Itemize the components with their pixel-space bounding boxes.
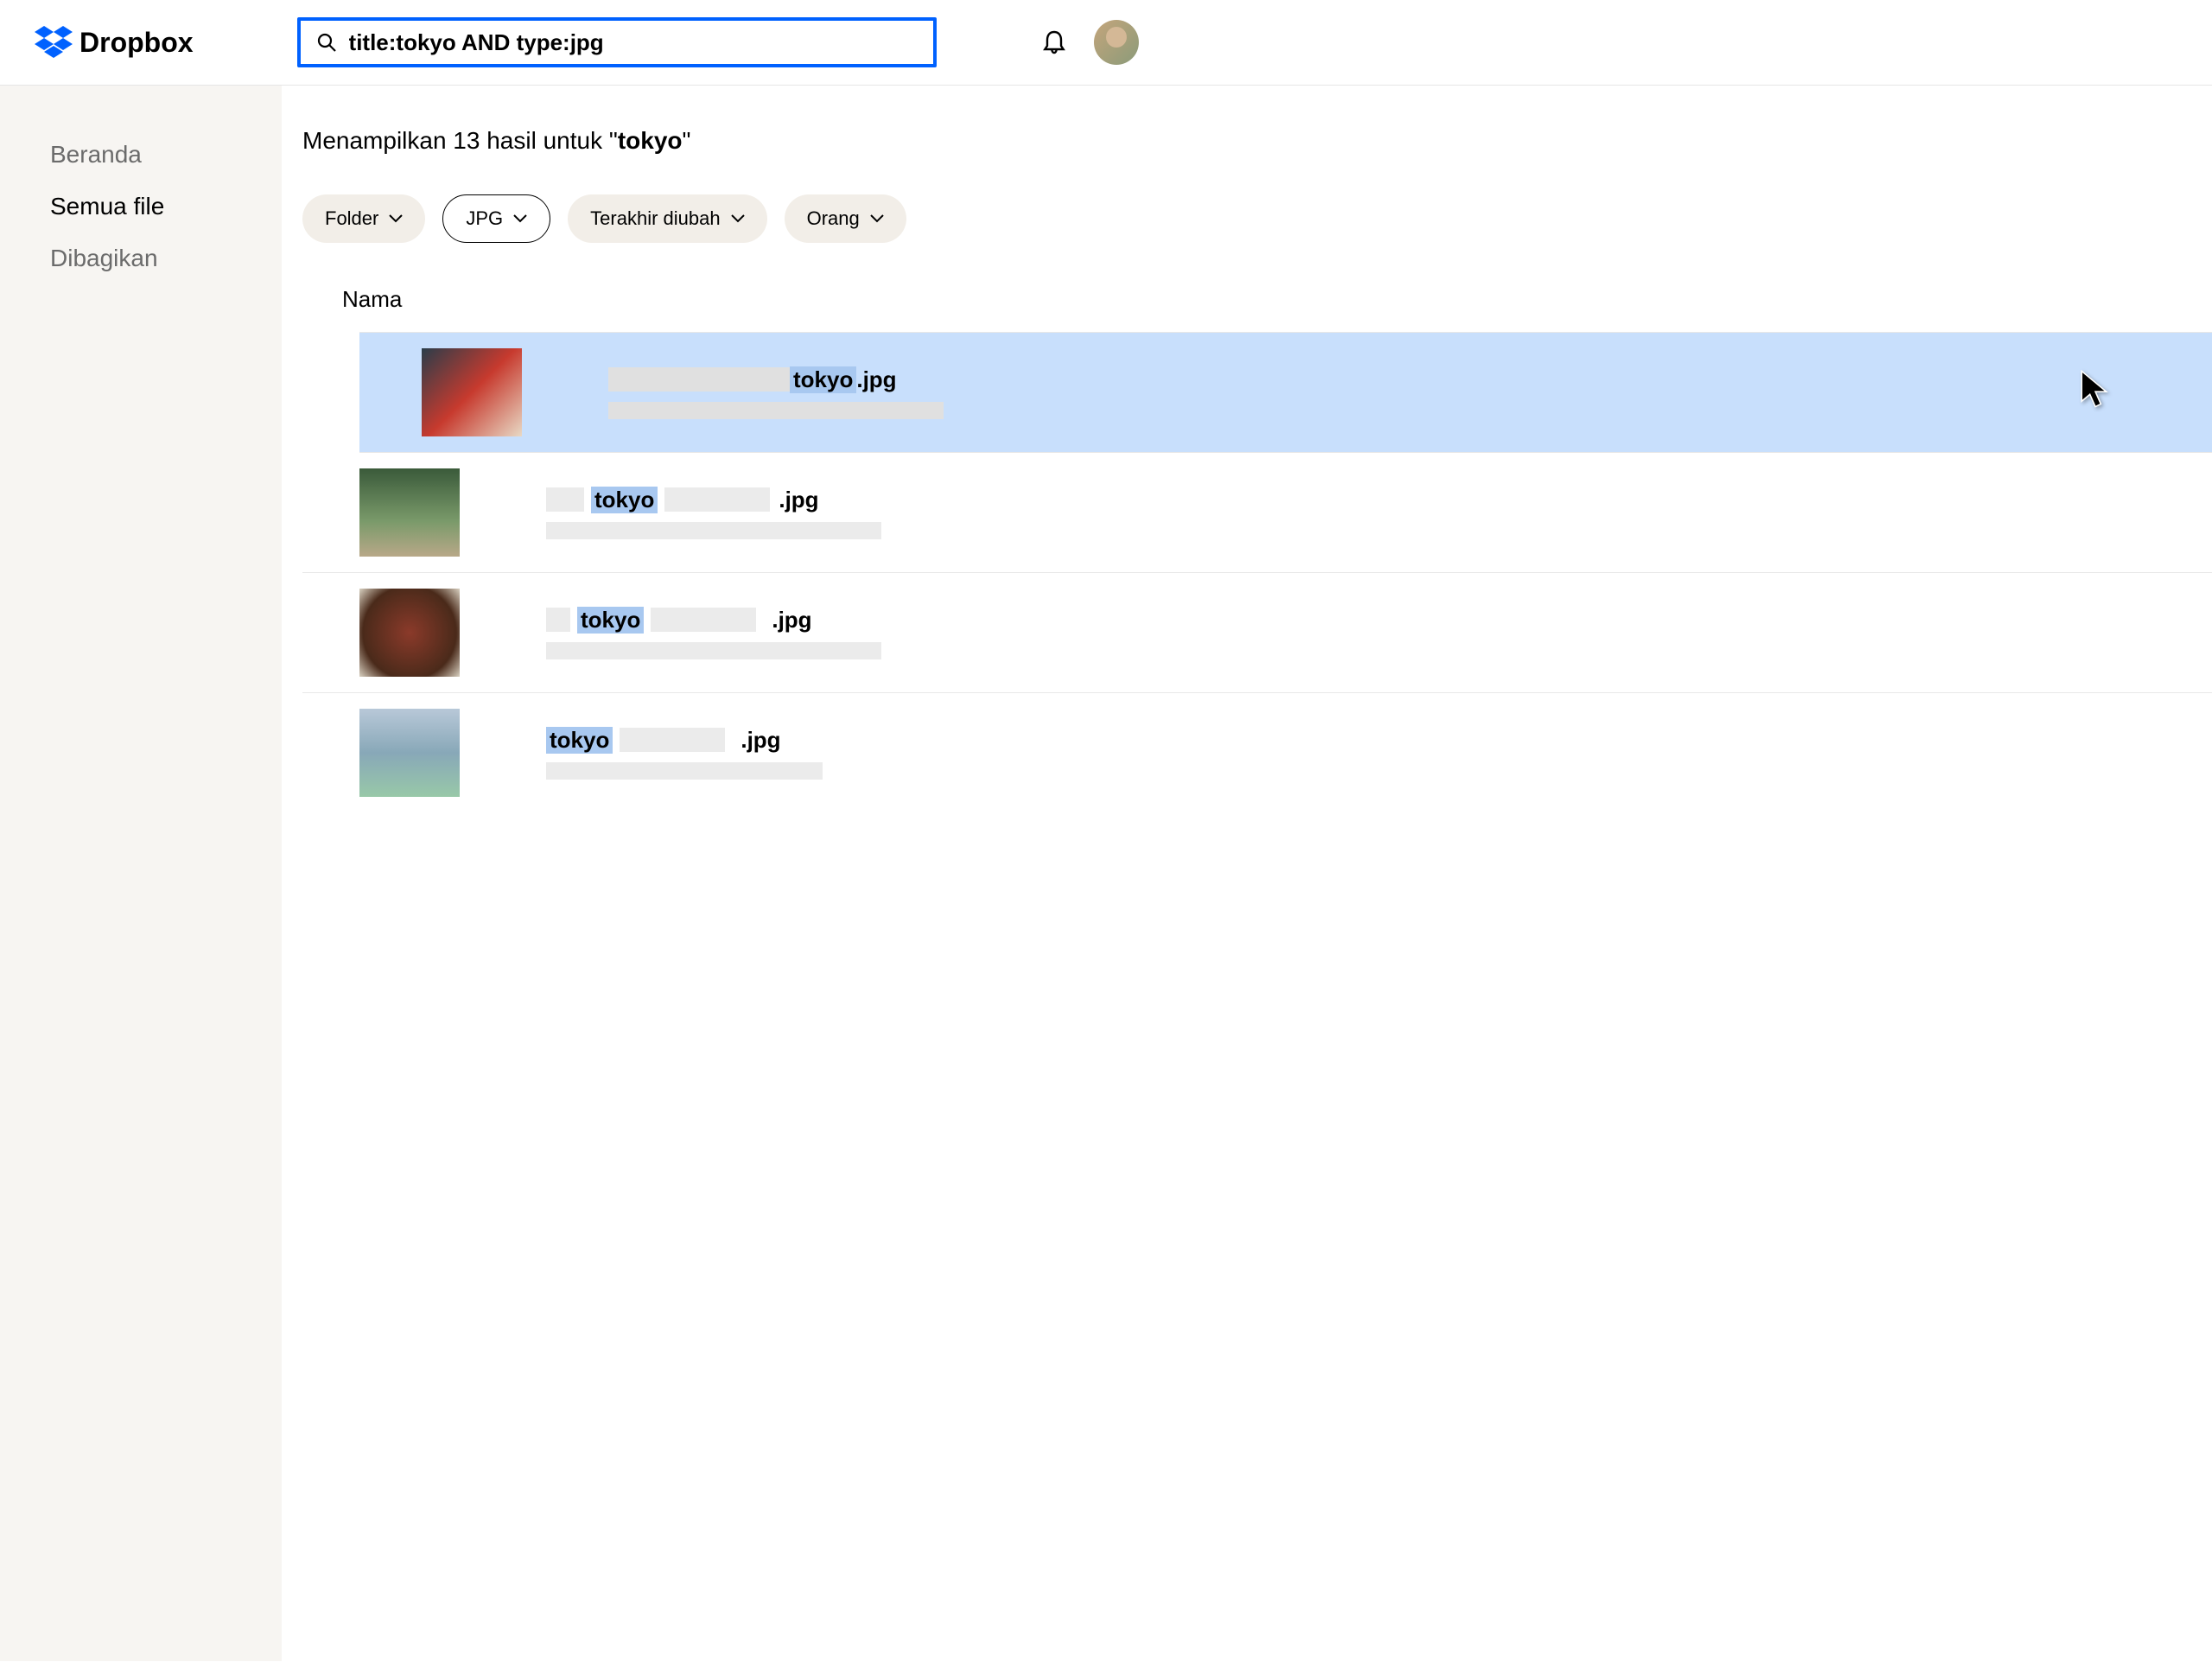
notifications-icon[interactable] [1040,29,1068,56]
sidebar: Beranda Semua file Dibagikan [0,86,282,1661]
table-row[interactable]: tokyo .jpg [302,693,2212,812]
chevron-down-icon [870,214,884,223]
file-extension: .jpg [772,607,811,634]
chevron-down-icon [513,214,527,223]
search-highlight: tokyo [591,487,658,513]
table-row[interactable]: tokyo.jpg [359,332,2212,453]
brand-name: Dropbox [79,27,194,59]
chevron-down-icon [389,214,403,223]
file-info: tokyo .jpg [546,487,909,539]
placeholder [664,487,770,512]
file-extension: .jpg [779,487,818,513]
filename: tokyo.jpg [608,366,971,393]
filter-people[interactable]: Orang [785,194,906,243]
filter-jpg[interactable]: JPG [442,194,550,243]
sidebar-item-all-files[interactable]: Semua file [50,181,282,232]
search-icon [316,32,337,53]
file-info: tokyo.jpg [608,366,971,419]
filename: tokyo .jpg [546,727,909,754]
filter-label: JPG [466,207,503,230]
table-row[interactable]: tokyo .jpg [302,573,2212,693]
file-info: tokyo .jpg [546,607,909,659]
filter-row: Folder JPG Terakhir diubah Orang [302,194,2212,243]
filename: tokyo .jpg [546,487,909,513]
search-container [297,17,937,67]
placeholder [546,762,823,780]
placeholder [608,367,790,392]
avatar[interactable] [1094,20,1139,65]
search-box[interactable] [297,17,937,67]
row-wrapper: tokyo.jpg [302,332,2212,453]
file-thumbnail [422,348,522,436]
file-info: tokyo .jpg [546,727,909,780]
filter-folder[interactable]: Folder [302,194,425,243]
placeholder [546,642,881,659]
filter-label: Orang [807,207,860,230]
file-metadata [546,762,909,780]
column-header-name[interactable]: Nama [302,286,2212,313]
search-highlight: tokyo [546,727,613,754]
file-thumbnail [359,589,460,677]
filter-modified[interactable]: Terakhir diubah [568,194,766,243]
file-metadata [546,522,909,539]
filter-label: Terakhir diubah [590,207,720,230]
file-extension: .jpg [856,366,896,393]
placeholder [546,487,584,512]
placeholder [620,728,725,752]
sidebar-item-shared[interactable]: Dibagikan [50,232,282,284]
table-row[interactable]: tokyo .jpg [302,453,2212,573]
file-thumbnail [359,709,460,797]
search-highlight: tokyo [790,366,856,393]
placeholder [651,608,756,632]
placeholder [546,608,570,632]
heading-prefix: Menampilkan 13 hasil untuk " [302,127,618,154]
results-heading: Menampilkan 13 hasil untuk "tokyo" [302,127,2212,155]
main-content: Menampilkan 13 hasil untuk "tokyo" Folde… [282,86,2212,1661]
heading-term: tokyo [618,127,683,154]
placeholder [608,402,944,419]
file-metadata [608,402,971,419]
app-header: Dropbox [0,0,2212,86]
dropbox-icon [35,26,73,59]
file-extension: .jpg [741,727,780,754]
file-thumbnail [359,468,460,557]
cursor-icon [2079,368,2112,410]
sidebar-item-home[interactable]: Beranda [50,129,282,181]
filename: tokyo .jpg [546,607,909,634]
header-actions [1040,20,1139,65]
search-highlight: tokyo [577,607,644,634]
heading-suffix: " [683,127,691,154]
filter-label: Folder [325,207,378,230]
chevron-down-icon [731,214,745,223]
file-metadata [546,642,909,659]
logo[interactable]: Dropbox [35,26,194,59]
main-layout: Beranda Semua file Dibagikan Menampilkan… [0,86,2212,1661]
placeholder [546,522,881,539]
search-input[interactable] [349,29,918,56]
